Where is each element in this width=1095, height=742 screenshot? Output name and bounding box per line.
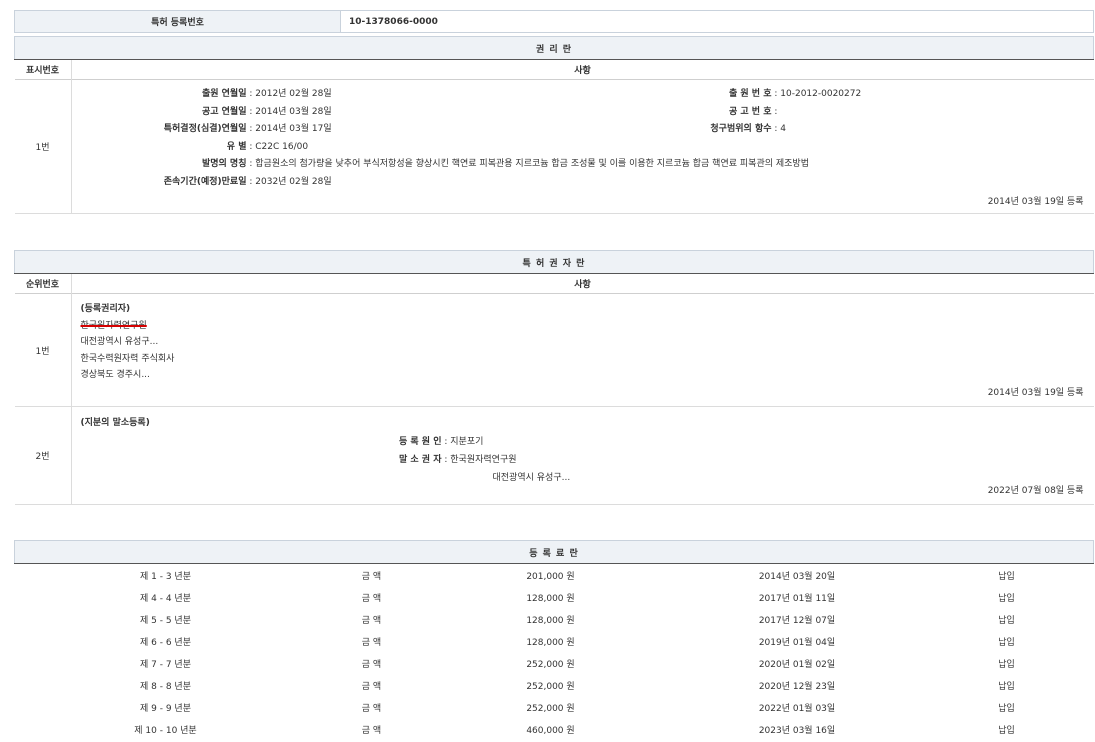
holder-row-2-number: 2번	[15, 407, 72, 505]
fees-title: 등 록 료 란	[15, 541, 1094, 564]
invention-title: 합금원소의 첨가량을 낮추어 부식저항성을 향상시킨 핵연료 피복관용 지르코늄…	[255, 159, 809, 169]
patent-number-table: 특허 등록번호 10-1378066-0000	[14, 10, 1094, 33]
apply-date: 2012년 02월 28일	[255, 89, 331, 99]
fee-label: 금 액	[317, 696, 427, 718]
holders-title: 특 허 권 자 란	[15, 251, 1094, 274]
claims-label: 청구범위의 항수	[592, 121, 772, 139]
fee-amount: 460,000 원	[427, 718, 675, 740]
holders-col-item: 사항	[71, 274, 1094, 294]
holder-heading: (등록권리자)	[81, 301, 175, 318]
rights-row-number: 1번	[15, 80, 72, 214]
fee-row: 제 10 - 10 년분금 액460,000 원2023년 03월 16일납입	[15, 718, 1094, 740]
fee-row: 제 4 - 4 년분금 액128,000 원2017년 01월 11일납입	[15, 586, 1094, 608]
publish-date-label: 공고 연월일	[72, 104, 247, 122]
holders-col-num: 순위번호	[15, 274, 72, 294]
fee-label: 금 액	[317, 608, 427, 630]
fee-date: 2020년 01월 02일	[675, 652, 920, 674]
fee-label: 금 액	[317, 586, 427, 608]
cancel-heading: (지분의 말소등록)	[81, 415, 150, 428]
decision-date-label: 특허결정(심결)연월일	[72, 121, 247, 139]
decision-date: 2014년 03월 17일	[255, 124, 331, 134]
invention-title-label: 발명의 명칭	[72, 156, 247, 174]
fee-status: 납입	[920, 696, 1094, 718]
rights-col-item: 사항	[71, 60, 1094, 80]
fee-period: 제 10 - 10 년분	[15, 718, 317, 740]
fee-date: 2020년 12월 23일	[675, 674, 920, 696]
apply-date-label: 출원 연월일	[72, 86, 247, 104]
holder-name-2: 한국수력원자력 주식회사	[81, 351, 175, 368]
fee-date: 2017년 01월 11일	[675, 586, 920, 608]
cancel-holder: 한국원자력연구원	[450, 455, 516, 465]
fee-period: 제 5 - 5 년분	[15, 608, 317, 630]
holder-row-1-number: 1번	[15, 294, 72, 407]
fee-date: 2017년 12월 07일	[675, 608, 920, 630]
holder-row-1-reg-date: 2014년 03월 19일 등록	[988, 385, 1094, 398]
fee-amount: 252,000 원	[427, 652, 675, 674]
cause-label: 등 록 원 인	[72, 433, 442, 451]
fee-status: 납입	[920, 608, 1094, 630]
holder-row-1: (등록권리자) 한국원자력연구원 대전광역시 유성구... 한국수력원자력 주식…	[71, 294, 1094, 407]
fee-amount: 128,000 원	[427, 586, 675, 608]
expiry-date: 2032년 02월 28일	[255, 177, 331, 187]
fee-row: 제 5 - 5 년분금 액128,000 원2017년 12월 07일납입	[15, 608, 1094, 630]
fees-rows: 제 1 - 3 년분금 액201,000 원2014년 03월 20일납입 제 …	[15, 564, 1094, 741]
fee-date: 2022년 01월 03일	[675, 696, 920, 718]
pub-no-label: 공 고 번 호	[592, 104, 772, 122]
holder-row-2: (지분의 말소등록) 등 록 원 인 : 지분포기 말 소 권 자 : 한국원자…	[71, 407, 1094, 505]
class-value: C22C 16/00	[255, 142, 308, 152]
rights-details: 출원 연월일 : 2012년 02월 28일 공고 연월일 : 2014년 03…	[71, 80, 1094, 214]
fee-label: 금 액	[317, 674, 427, 696]
fee-amount: 201,000 원	[427, 564, 675, 587]
app-no-label: 출 원 번 호	[592, 86, 772, 104]
holder-row-2-reg-date: 2022년 07월 08일 등록	[988, 483, 1094, 496]
fee-status: 납입	[920, 674, 1094, 696]
expiry-label: 존속기간(예정)만료일	[72, 174, 247, 192]
cancel-address: 대전광역시 유성구...	[72, 469, 772, 487]
fee-date: 2023년 03월 16일	[675, 718, 920, 740]
patent-number-label: 특허 등록번호	[15, 11, 341, 33]
fee-status: 납입	[920, 630, 1094, 652]
fee-date: 2014년 03월 20일	[675, 564, 920, 587]
publish-date: 2014년 03월 28일	[255, 107, 331, 117]
fee-row: 제 1 - 3 년분금 액201,000 원2014년 03월 20일납입	[15, 564, 1094, 587]
fee-label: 금 액	[317, 718, 427, 740]
fee-period: 제 8 - 8 년분	[15, 674, 317, 696]
class-label: 유 별	[72, 139, 247, 157]
rights-reg-date: 2014년 03월 19일 등록	[988, 194, 1094, 207]
fee-row: 제 6 - 6 년분금 액128,000 원2019년 01월 04일납입	[15, 630, 1094, 652]
patent-number-value: 10-1378066-0000	[341, 11, 1094, 33]
fee-period: 제 6 - 6 년분	[15, 630, 317, 652]
fee-label: 금 액	[317, 630, 427, 652]
fee-amount: 252,000 원	[427, 696, 675, 718]
fee-label: 금 액	[317, 652, 427, 674]
rights-col-num: 표시번호	[15, 60, 72, 80]
fees-table: 등 록 료 란 제 1 - 3 년분금 액201,000 원2014년 03월 …	[14, 540, 1094, 740]
cancel-label: 말 소 권 자	[72, 451, 442, 469]
cause-value: 지분포기	[450, 437, 483, 447]
rights-table: 권 리 란 표시번호 사항 1번 출원 연월일 : 2012년 02월 28일 …	[14, 36, 1094, 214]
holder-address-1: 대전광역시 유성구...	[81, 334, 175, 351]
rights-title: 권 리 란	[15, 37, 1094, 60]
fee-status: 납입	[920, 652, 1094, 674]
fee-amount: 252,000 원	[427, 674, 675, 696]
fee-period: 제 1 - 3 년분	[15, 564, 317, 587]
app-no: 10-2012-0020272	[780, 89, 861, 99]
fee-amount: 128,000 원	[427, 630, 675, 652]
fee-status: 납입	[920, 564, 1094, 587]
holder-struck-name: 한국원자력연구원	[81, 318, 175, 335]
claims-count: 4	[780, 124, 786, 134]
fee-period: 제 9 - 9 년분	[15, 696, 317, 718]
fee-period: 제 7 - 7 년분	[15, 652, 317, 674]
fee-date: 2019년 01월 04일	[675, 630, 920, 652]
holder-address-2: 경상북도 경주시...	[81, 367, 175, 384]
fee-amount: 128,000 원	[427, 608, 675, 630]
fee-row: 제 7 - 7 년분금 액252,000 원2020년 01월 02일납입	[15, 652, 1094, 674]
fee-label: 금 액	[317, 564, 427, 587]
fee-status: 납입	[920, 586, 1094, 608]
fee-status: 납입	[920, 718, 1094, 740]
fee-row: 제 8 - 8 년분금 액252,000 원2020년 12월 23일납입	[15, 674, 1094, 696]
fee-row: 제 9 - 9 년분금 액252,000 원2022년 01월 03일납입	[15, 696, 1094, 718]
fee-period: 제 4 - 4 년분	[15, 586, 317, 608]
holders-table: 특 허 권 자 란 순위번호 사항 1번 (등록권리자) 한국원자력연구원 대전…	[14, 250, 1094, 505]
